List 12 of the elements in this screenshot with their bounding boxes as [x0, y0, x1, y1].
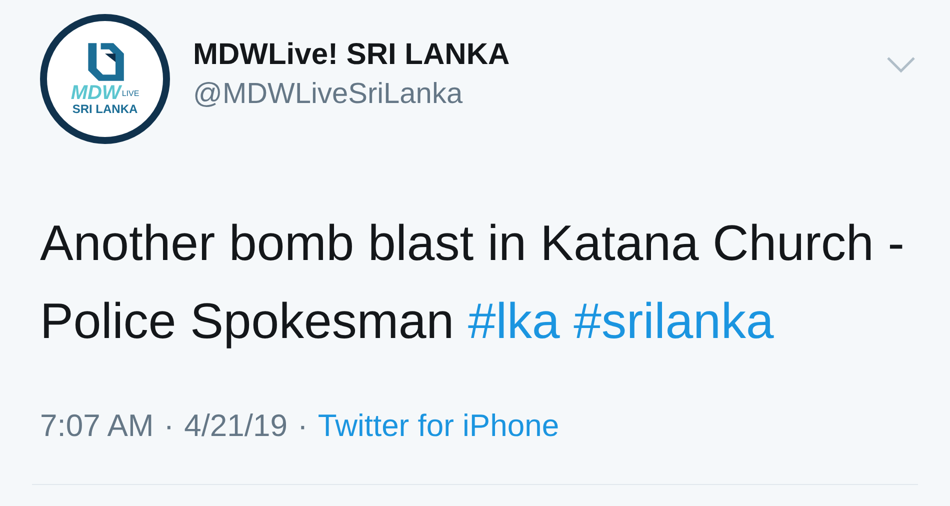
- logo-caption: SRI LANKA: [72, 103, 138, 117]
- logo-label: LIVE: [122, 88, 140, 98]
- separator-dot: ·: [298, 408, 308, 444]
- source-link[interactable]: Twitter for iPhone: [318, 408, 560, 444]
- user-handle[interactable]: @MDWLiveSriLanka: [193, 74, 510, 114]
- separator-dot: ·: [164, 408, 174, 444]
- display-name[interactable]: MDWLive! SRI LANKA: [193, 36, 510, 74]
- tweet-time: 7:07 AM: [40, 408, 154, 444]
- logo-text: MDW: [70, 83, 121, 104]
- tweet-date: 4/21/19: [184, 408, 288, 444]
- chevron-down-icon[interactable]: [886, 56, 916, 74]
- tweet-text: Another bomb blast in Katana Church - Police Spokesman #lka #srilanka: [40, 214, 905, 351]
